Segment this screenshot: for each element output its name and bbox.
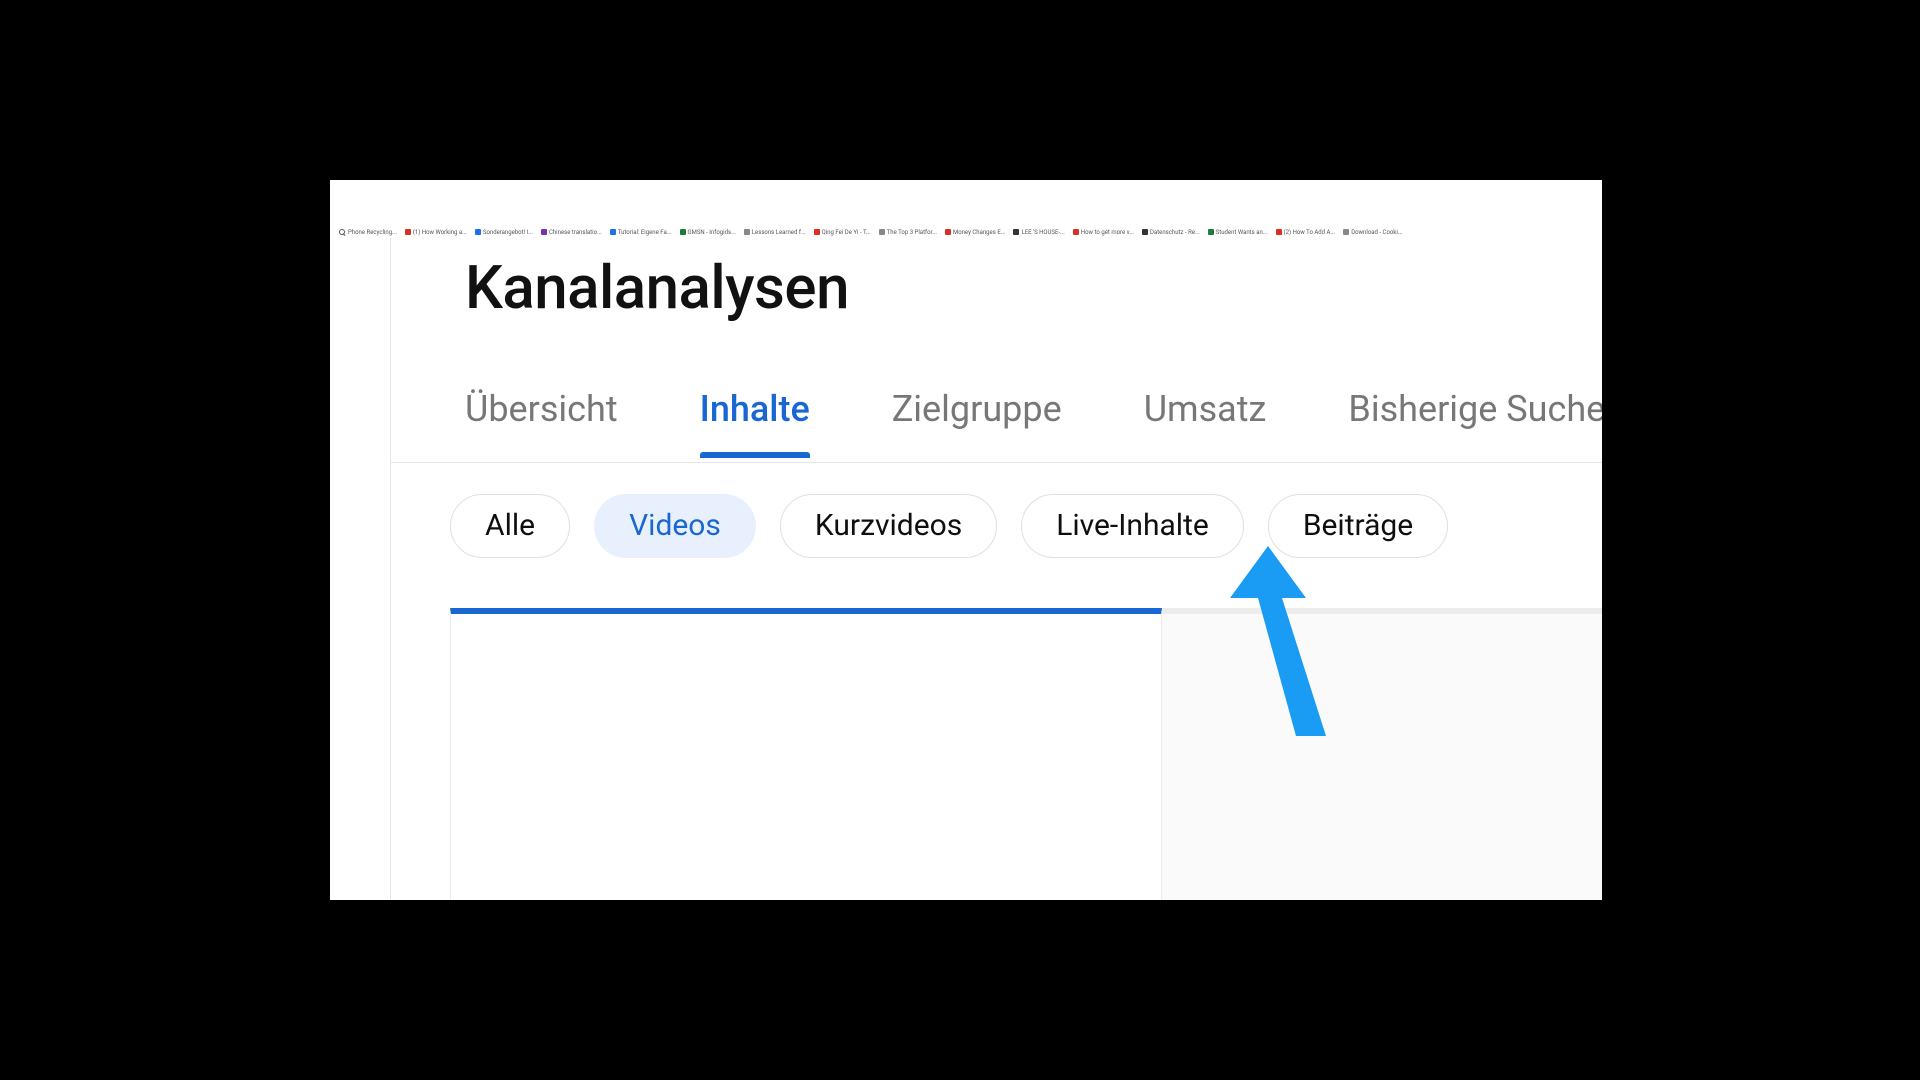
metrics-panel-row: [450, 608, 1602, 900]
tab-overview[interactable]: Übersicht: [465, 388, 618, 456]
chip-videos[interactable]: Videos: [594, 494, 756, 558]
browser-tab-label: (2) How To Add A...: [1284, 229, 1336, 236]
chip-label: Videos: [629, 508, 721, 543]
browser-tab[interactable]: Datenschutz - Re...: [1139, 229, 1203, 236]
site-icon: [680, 229, 686, 235]
site-icon: [610, 229, 616, 235]
site-icon: [1013, 229, 1019, 235]
tab-audience[interactable]: Zielgruppe: [892, 388, 1062, 456]
browser-tab-label: Sonderangebot! I...: [483, 229, 533, 236]
metrics-panel[interactable]: [1162, 608, 1602, 900]
browser-tab[interactable]: The Top 3 Platfor...: [876, 229, 940, 236]
chip-all[interactable]: Alle: [450, 494, 570, 558]
primary-tabs: Übersicht Inhalte Zielgruppe Umsatz Bish…: [465, 388, 1602, 456]
search-icon: [339, 229, 346, 236]
tab-label: Bisherige Suchen: [1348, 388, 1602, 430]
browser-tab-label: GMSN - Infogids...: [688, 229, 736, 236]
youtube-icon: [405, 229, 411, 235]
tabbar-underline: [390, 462, 1602, 463]
tab-revenue[interactable]: Umsatz: [1144, 388, 1267, 456]
tab-research[interactable]: Bisherige Suchen: [1348, 388, 1602, 456]
browser-tab-label: How to get more v...: [1081, 229, 1134, 236]
browser-tab-label: LEE 'S HOUSE-...: [1021, 229, 1064, 236]
youtube-icon: [945, 229, 951, 235]
browser-tab-label: Phone Recycling...: [348, 229, 397, 236]
browser-tab-label: Datenschutz - Re...: [1150, 229, 1200, 236]
browser-tab[interactable]: (1) How Working a...: [402, 229, 470, 236]
site-icon: [541, 229, 547, 235]
browser-tab[interactable]: Download - Cooki...: [1340, 229, 1405, 236]
chip-live[interactable]: Live-Inhalte: [1021, 494, 1244, 558]
browser-tab[interactable]: Chinese translatio...: [538, 229, 605, 236]
browser-tab[interactable]: (2) How To Add A...: [1273, 229, 1339, 236]
browser-tab[interactable]: LEE 'S HOUSE-...: [1010, 229, 1067, 236]
browser-tab[interactable]: Sonderangebot! I...: [472, 229, 536, 236]
browser-tab-label: Money Changes E...: [953, 229, 1006, 236]
site-icon: [879, 229, 885, 235]
browser-tab[interactable]: Phone Recycling...: [336, 229, 400, 236]
browser-tab[interactable]: Student Wants an...: [1205, 229, 1271, 236]
tab-content[interactable]: Inhalte: [700, 388, 810, 456]
browser-tab-label: The Top 3 Platfor...: [887, 229, 937, 236]
browser-tab[interactable]: Lessons Learned f...: [741, 229, 809, 236]
tab-label: Zielgruppe: [892, 388, 1062, 430]
download-icon: [1343, 229, 1349, 235]
browser-tab-label: Lessons Learned f...: [752, 229, 806, 236]
browser-tab-label: Tutorial: Eigene Fa...: [618, 229, 672, 236]
tab-label: Inhalte: [700, 388, 810, 430]
chip-label: Alle: [485, 508, 535, 543]
browser-tab[interactable]: Qing Fei De Yi - T...: [811, 229, 874, 236]
youtube-icon: [814, 229, 820, 235]
browser-tab-label: Qing Fei De Yi - T...: [822, 229, 871, 236]
youtube-icon: [1073, 229, 1079, 235]
browser-tab-label: (1) How Working a...: [413, 229, 467, 236]
app-window: Phone Recycling... (1) How Working a... …: [330, 180, 1602, 900]
browser-tab-label: Student Wants an...: [1216, 229, 1268, 236]
browser-tab-label: Download - Cooki...: [1351, 229, 1402, 236]
site-icon: [744, 229, 750, 235]
chip-label: Live-Inhalte: [1056, 508, 1209, 543]
content-type-chips: Alle Videos Kurzvideos Live-Inhalte Beit…: [450, 494, 1448, 558]
site-icon: [1142, 229, 1148, 235]
metrics-panel-selected[interactable]: [450, 608, 1162, 900]
main-content: Kanalanalysen Übersicht Inhalte Zielgrup…: [390, 238, 1602, 900]
browser-tab-label: Chinese translatio...: [549, 229, 602, 236]
youtube-icon: [1276, 229, 1282, 235]
browser-tab[interactable]: GMSN - Infogids...: [677, 229, 739, 236]
chip-shorts[interactable]: Kurzvideos: [780, 494, 997, 558]
site-icon: [475, 229, 481, 235]
browser-tab-strip: Phone Recycling... (1) How Working a... …: [336, 226, 1602, 238]
chip-label: Kurzvideos: [815, 508, 962, 543]
page-title: Kanalanalysen: [465, 252, 849, 323]
browser-tab[interactable]: Money Changes E...: [942, 229, 1009, 236]
chip-label: Beiträge: [1303, 508, 1413, 543]
browser-tab[interactable]: Tutorial: Eigene Fa...: [607, 229, 675, 236]
tab-label: Übersicht: [465, 388, 618, 430]
tab-label: Umsatz: [1144, 388, 1267, 430]
chip-posts[interactable]: Beiträge: [1268, 494, 1448, 558]
site-icon: [1208, 229, 1214, 235]
browser-tab[interactable]: How to get more v...: [1070, 229, 1137, 236]
